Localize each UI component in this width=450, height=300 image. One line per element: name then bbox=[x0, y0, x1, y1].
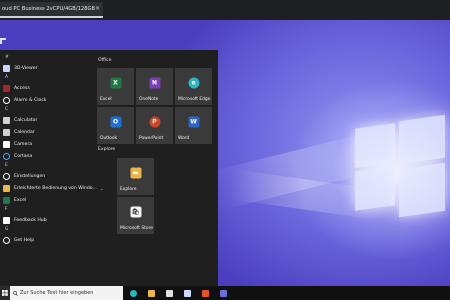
taskbar-mail-button[interactable] bbox=[178, 286, 196, 300]
app-list-item[interactable]: Calculator bbox=[0, 114, 92, 126]
excel-icon bbox=[3, 196, 10, 204]
tile-label: OneNote bbox=[139, 97, 159, 102]
app-list-item[interactable]: Feedback Hub bbox=[0, 214, 92, 226]
calculator-icon bbox=[3, 116, 10, 124]
app-list-label: Access bbox=[14, 85, 30, 91]
app-list-label: 3D-Viewer bbox=[14, 65, 38, 71]
taskbar-file-explorer-button[interactable] bbox=[142, 286, 160, 300]
search-placeholder: Zur Suche Text hier eingeben bbox=[20, 290, 94, 296]
edge-icon bbox=[129, 289, 137, 297]
outlook-icon: O bbox=[110, 116, 121, 128]
taskbar: Zur Suche Text hier eingeben bbox=[0, 286, 450, 300]
search-icon bbox=[13, 290, 18, 296]
app-list-label: Alarm & Clock bbox=[14, 97, 47, 103]
tiles-area: Office X Excel N OneNote e Microsoft Edge O Out… bbox=[94, 50, 218, 286]
taskbar-office-button[interactable] bbox=[196, 286, 214, 300]
app-list-label: Erleichterte Bedienung von Windo... bbox=[14, 185, 97, 191]
tile-label: Outlook bbox=[100, 136, 118, 141]
tile-microsoft-edge[interactable]: e Microsoft Edge bbox=[175, 68, 212, 105]
app-list-item[interactable]: Excel bbox=[0, 194, 92, 206]
camera-icon bbox=[3, 140, 10, 148]
taskbar-store-button[interactable] bbox=[160, 286, 178, 300]
cube-icon bbox=[3, 64, 10, 72]
tile-explore[interactable]: ▬ Explore bbox=[117, 158, 154, 195]
app-list-item[interactable]: Einstellungen bbox=[0, 170, 92, 182]
taskbar-search-box[interactable]: Zur Suche Text hier eingeben bbox=[10, 286, 123, 300]
app-list-item[interactable]: 3D-Viewer bbox=[0, 62, 92, 74]
host-title-bar: oud PC Business 2vCPU/4GB/128GB × bbox=[0, 0, 450, 20]
access-icon bbox=[3, 84, 10, 92]
explore-section-label: Explore bbox=[98, 147, 116, 152]
list-section-header[interactable]: E bbox=[0, 162, 92, 170]
calendar-icon bbox=[3, 128, 10, 136]
desktop-shortcut-icon[interactable] bbox=[0, 38, 6, 44]
close-icon[interactable]: × bbox=[95, 2, 100, 16]
list-section-header[interactable]: G bbox=[0, 226, 92, 234]
tile-label: Excel bbox=[100, 97, 112, 102]
tile-outlook[interactable]: O Outlook bbox=[97, 107, 134, 144]
tile-label: Word bbox=[178, 136, 190, 141]
app-list-item[interactable]: Get Help bbox=[0, 234, 92, 246]
help-icon bbox=[3, 236, 10, 244]
list-section-header[interactable]: C bbox=[0, 106, 92, 114]
app-list-label: Excel bbox=[14, 197, 27, 203]
store-icon: 🛍 bbox=[130, 206, 141, 218]
store-icon bbox=[165, 289, 173, 297]
folder-icon bbox=[3, 184, 10, 192]
host-tab-title: oud PC Business 2vCPU/4GB/128GB bbox=[2, 6, 96, 12]
app-list-label: Calculator bbox=[14, 117, 38, 123]
app-list-item[interactable]: Erleichterte Bedienung von Windo... ⌄ bbox=[0, 182, 103, 194]
tile-label: PowerPoint bbox=[139, 136, 164, 141]
app-list-label: Einstellungen bbox=[14, 173, 46, 179]
office-icon bbox=[201, 289, 209, 297]
alarm-clock-icon bbox=[3, 96, 10, 104]
list-section-header[interactable]: # bbox=[0, 54, 92, 62]
cortana-icon bbox=[3, 152, 10, 160]
tile-microsoft-store[interactable]: 🛍 Microsoft Store bbox=[117, 197, 154, 234]
app-list-label: Calendar bbox=[14, 129, 35, 135]
taskbar-teams-button[interactable] bbox=[214, 286, 232, 300]
gear-icon bbox=[3, 172, 10, 180]
office-section-label: Office bbox=[98, 58, 112, 63]
app-list-item[interactable]: Alarm & Clock bbox=[0, 94, 92, 106]
mail-icon bbox=[183, 289, 191, 297]
app-list-label: Feedback Hub bbox=[14, 217, 47, 223]
tile-word[interactable]: W Word bbox=[175, 107, 212, 144]
excel-icon: X bbox=[110, 77, 121, 89]
tile-powerpoint[interactable]: P PowerPoint bbox=[136, 107, 173, 144]
app-list-item[interactable]: Cortana bbox=[0, 150, 92, 162]
tile-excel[interactable]: X Excel bbox=[97, 68, 134, 105]
app-list-label: Cortana bbox=[14, 153, 33, 159]
list-section-header[interactable]: F bbox=[0, 206, 92, 214]
word-icon: W bbox=[188, 116, 199, 128]
edge-icon: e bbox=[188, 77, 199, 89]
start-menu: #3D-Viewer A Access Alarm & Clock C Calculato… bbox=[0, 50, 218, 286]
file-explorer-icon: ▬ bbox=[130, 167, 141, 179]
tile-label: Explore bbox=[120, 187, 137, 192]
list-section-header[interactable]: A bbox=[0, 74, 92, 82]
host-tab[interactable]: oud PC Business 2vCPU/4GB/128GB × bbox=[0, 2, 103, 18]
feedback-hub-icon bbox=[3, 216, 10, 224]
file-explorer-icon bbox=[147, 289, 155, 297]
taskbar-edge-button[interactable] bbox=[124, 286, 142, 300]
app-list-item[interactable]: Camera bbox=[0, 138, 92, 150]
tile-label: Microsoft Store bbox=[120, 226, 153, 231]
windows-logo bbox=[355, 114, 447, 218]
windows-start-icon bbox=[2, 290, 8, 296]
app-list-item[interactable]: Access bbox=[0, 82, 92, 94]
app-list-label: Camera bbox=[14, 141, 33, 147]
app-list: #3D-Viewer A Access Alarm & Clock C Calculato… bbox=[0, 54, 103, 246]
app-list-label: Get Help bbox=[14, 237, 35, 243]
onenote-icon: N bbox=[149, 77, 160, 89]
app-list-item[interactable]: Calendar bbox=[0, 126, 92, 138]
tile-label: Microsoft Edge bbox=[178, 97, 211, 102]
teams-icon bbox=[219, 289, 227, 297]
start-button[interactable] bbox=[0, 286, 10, 300]
tile-onenote[interactable]: N OneNote bbox=[136, 68, 173, 105]
powerpoint-icon: P bbox=[149, 116, 160, 128]
